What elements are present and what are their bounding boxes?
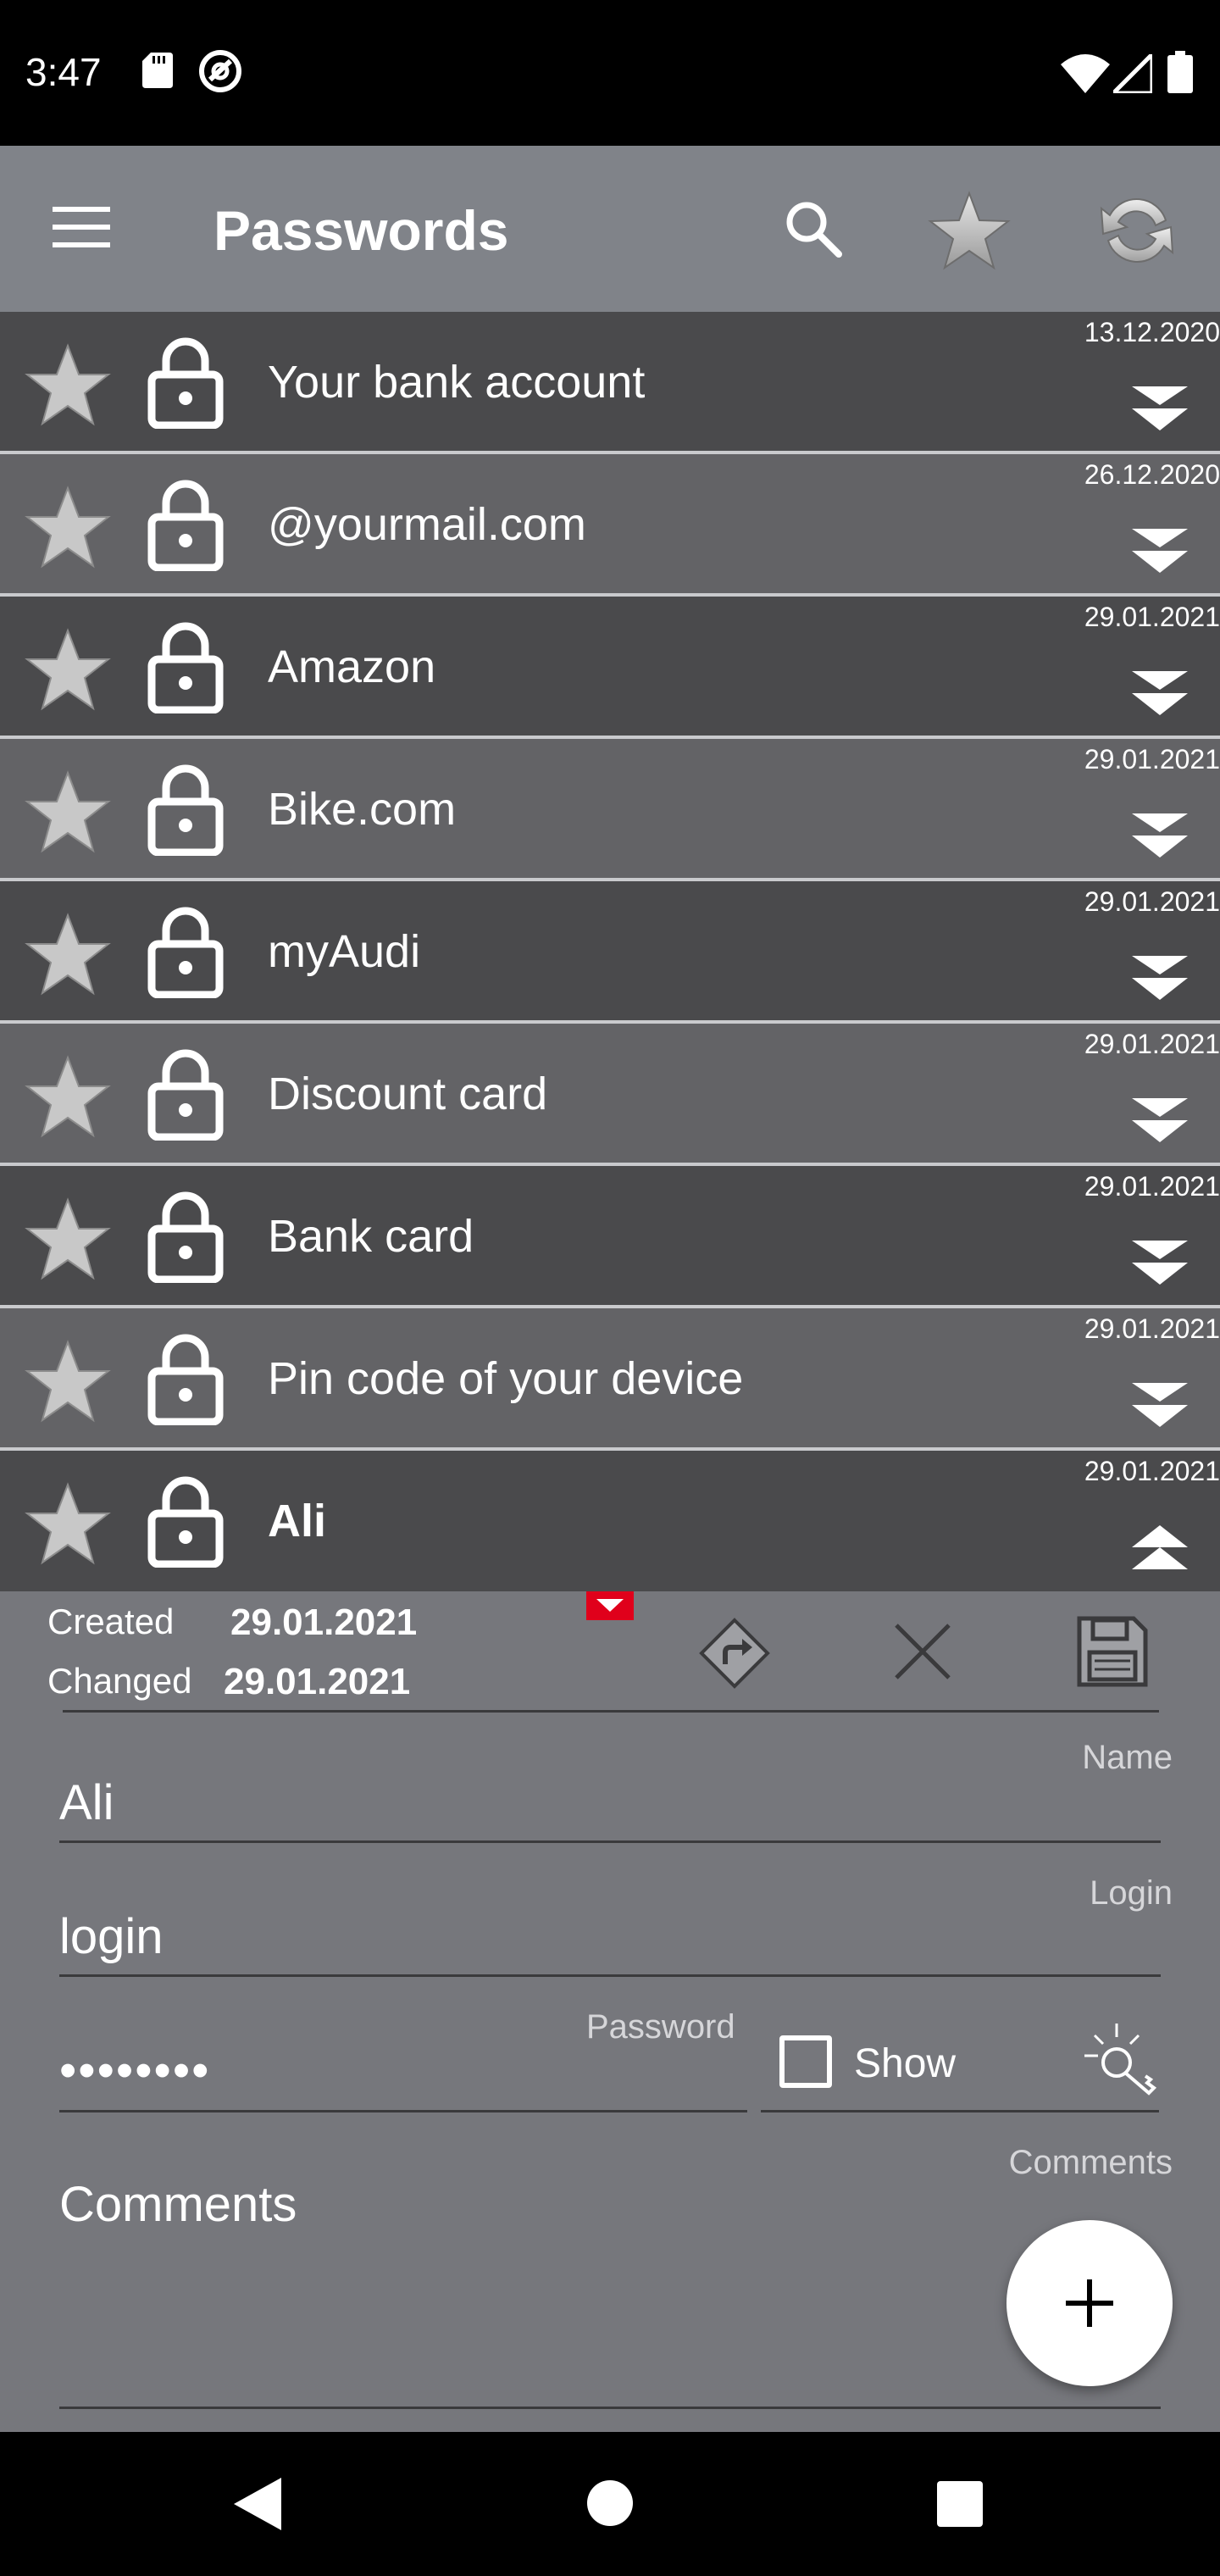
star-icon[interactable] <box>24 485 112 569</box>
menu-icon[interactable] <box>53 202 110 253</box>
lock-icon <box>147 1334 224 1425</box>
star-icon[interactable] <box>24 1054 112 1139</box>
list-item[interactable]: Your bank account 13.12.2020 <box>0 312 1220 454</box>
lock-icon <box>147 1191 224 1283</box>
entry-date: 29.01.2021 <box>1084 886 1220 917</box>
entry-name: Your bank account <box>268 357 646 408</box>
status-time: 3:47 <box>25 50 102 94</box>
collapse-tab-icon[interactable] <box>586 1591 634 1620</box>
name-label: Name <box>1082 1739 1173 1776</box>
chevron-down-icon[interactable] <box>1130 810 1190 861</box>
password-list: Your bank account 13.12.2020 @yourmail.c… <box>0 312 1220 1591</box>
lock-icon <box>147 480 224 571</box>
password-underline <box>59 2110 747 2112</box>
share-icon[interactable] <box>696 1615 773 1691</box>
list-item[interactable]: myAudi 29.01.2021 <box>0 881 1220 1024</box>
entry-date: 29.01.2021 <box>1084 602 1220 632</box>
back-icon[interactable] <box>232 2476 283 2532</box>
comments-underline <box>59 2407 1161 2409</box>
page-title: Passwords <box>214 199 509 262</box>
name-underline <box>59 1840 1161 1843</box>
show-underline <box>761 2110 1159 2112</box>
chevron-up-icon[interactable] <box>1130 1522 1190 1573</box>
lock-icon <box>147 1049 224 1141</box>
lock-icon <box>147 337 224 429</box>
entry-name: Bank card <box>268 1211 474 1262</box>
show-password-label: Show <box>854 2041 957 2086</box>
login-label: Login <box>1090 1874 1173 1912</box>
entry-date: 29.01.2021 <box>1084 1171 1220 1202</box>
star-icon[interactable] <box>24 1196 112 1281</box>
star-icon[interactable] <box>927 190 1012 271</box>
plus-icon <box>1066 2279 1113 2327</box>
refresh-icon[interactable] <box>1095 190 1179 271</box>
password-field[interactable]: •••••••• <box>59 2042 210 2099</box>
search-icon[interactable] <box>783 198 844 259</box>
comments-field[interactable]: Comments <box>59 2176 297 2233</box>
chevron-down-icon[interactable] <box>1130 1237 1190 1288</box>
lock-icon <box>147 622 224 713</box>
changed-label: Changed <box>47 1661 192 1701</box>
divider <box>63 1710 1159 1713</box>
list-item[interactable]: Bike.com 29.01.2021 <box>0 739 1220 881</box>
entry-date: 29.01.2021 <box>1084 744 1220 774</box>
star-icon[interactable] <box>24 1339 112 1424</box>
wifi-icon <box>1061 54 1110 93</box>
sd-card-icon <box>142 53 173 88</box>
chevron-down-icon[interactable] <box>1130 383 1190 434</box>
star-icon[interactable] <box>24 1481 112 1566</box>
login-underline <box>59 1974 1161 1977</box>
entry-date: 29.01.2021 <box>1084 1456 1220 1486</box>
star-icon[interactable] <box>24 769 112 854</box>
signal-icon <box>1113 54 1152 93</box>
chevron-down-icon[interactable] <box>1130 668 1190 719</box>
star-icon[interactable] <box>24 342 112 427</box>
recents-icon[interactable] <box>937 2481 983 2527</box>
save-icon[interactable] <box>1074 1613 1151 1690</box>
comments-label: Comments <box>1008 2144 1173 2181</box>
list-item[interactable]: Bank card 29.01.2021 <box>0 1166 1220 1308</box>
at-sign-icon <box>199 50 241 92</box>
list-item[interactable]: @yourmail.com 26.12.2020 <box>0 454 1220 597</box>
created-label: Created <box>47 1602 175 1641</box>
entry-name: myAudi <box>268 926 421 977</box>
entry-date: 29.01.2021 <box>1084 1029 1220 1059</box>
star-icon[interactable] <box>24 912 112 997</box>
login-field[interactable]: login <box>59 1908 164 1965</box>
add-entry-button[interactable] <box>1006 2220 1173 2386</box>
lock-icon <box>147 907 224 998</box>
chevron-down-icon[interactable] <box>1130 952 1190 1003</box>
entry-date: 13.12.2020 <box>1084 317 1220 347</box>
chevron-down-icon[interactable] <box>1130 1380 1190 1430</box>
system-nav-bar <box>0 2432 1220 2576</box>
entry-date: 26.12.2020 <box>1084 459 1220 490</box>
entry-name: Pin code of your device <box>268 1353 744 1404</box>
app-bar: Passwords <box>0 146 1220 312</box>
list-item[interactable]: Amazon 29.01.2021 <box>0 597 1220 739</box>
password-label: Password <box>586 2008 735 2046</box>
entry-name: Amazon <box>268 641 436 692</box>
entry-name: Discount card <box>268 1069 548 1119</box>
lock-icon <box>147 764 224 856</box>
list-item[interactable]: Pin code of your device 29.01.2021 <box>0 1308 1220 1451</box>
home-icon[interactable] <box>586 2479 634 2527</box>
entry-name: Ali <box>268 1496 327 1546</box>
list-item[interactable]: Discount card 29.01.2021 <box>0 1024 1220 1166</box>
changed-value: 29.01.2021 <box>224 1661 411 1702</box>
battery-icon <box>1167 51 1193 93</box>
chevron-down-icon[interactable] <box>1130 1095 1190 1146</box>
status-bar: 3:47 <box>0 0 1220 146</box>
name-field[interactable]: Ali <box>59 1774 114 1831</box>
list-item-expanded[interactable]: Ali 29.01.2021 <box>0 1451 1220 1591</box>
close-icon[interactable] <box>891 1620 954 1683</box>
chevron-down-icon[interactable] <box>1130 525 1190 576</box>
entry-name: @yourmail.com <box>268 499 586 550</box>
key-generate-icon[interactable] <box>1079 2018 1157 2096</box>
created-value: 29.01.2021 <box>230 1602 418 1643</box>
star-icon[interactable] <box>24 627 112 712</box>
show-password-checkbox[interactable] <box>779 2035 832 2088</box>
entry-date: 29.01.2021 <box>1084 1313 1220 1344</box>
lock-icon <box>147 1476 224 1568</box>
entry-name: Bike.com <box>268 784 457 835</box>
